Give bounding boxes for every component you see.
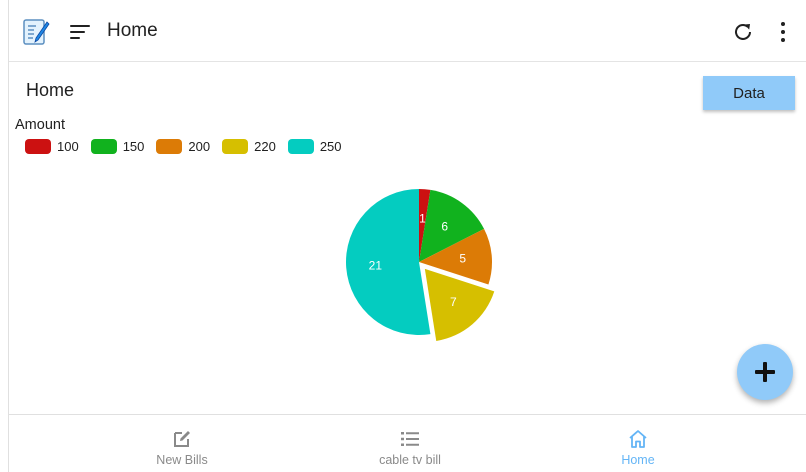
- refresh-icon[interactable]: [731, 20, 755, 44]
- legend-swatch: [222, 138, 249, 154]
- legend-swatch: [156, 138, 183, 154]
- pie-chart-container: 1 6 5 7 21: [309, 170, 529, 360]
- nav-label: Home: [621, 453, 655, 467]
- legend-item-250[interactable]: 250: [287, 138, 342, 154]
- list-icon: [401, 432, 419, 446]
- pie-data-label: 6: [441, 220, 448, 234]
- pie-chart: 1 6 5 7 21: [345, 189, 495, 341]
- legend-item-150[interactable]: 150: [90, 138, 145, 154]
- legend-swatch: [90, 138, 117, 154]
- bottom-navigation: New Bills cable tv bill Home: [9, 414, 806, 472]
- page-title: Home: [26, 80, 75, 100]
- pie-data-label: 21: [369, 258, 383, 272]
- legend-swatch: [287, 138, 314, 154]
- edit-icon: [174, 431, 190, 447]
- menu-icon[interactable]: [70, 24, 90, 40]
- appbar-title: Home: [107, 20, 158, 41]
- data-button[interactable]: Data: [703, 76, 795, 110]
- legend-label: 150: [122, 138, 145, 154]
- legend-item-220[interactable]: 220: [222, 138, 276, 154]
- pie-slice-250[interactable]: [345, 189, 431, 335]
- legend-swatch: [25, 138, 51, 154]
- pie-data-label: 5: [459, 252, 466, 266]
- app-bar: Home: [9, 0, 806, 62]
- chart-legend: 100 150 200 220 250: [25, 137, 354, 155]
- app-frame: Home Home Data Amount 100 150 200 220 25…: [8, 0, 806, 472]
- notes-app-icon: [23, 19, 50, 45]
- legend-label: 220: [254, 138, 276, 154]
- legend-label: 200: [188, 138, 211, 154]
- legend-label: 100: [57, 138, 79, 154]
- nav-label: cable tv bill: [379, 453, 441, 467]
- nav-label: New Bills: [156, 453, 208, 467]
- legend-label: 250: [319, 138, 342, 154]
- home-icon: [629, 430, 647, 448]
- nav-cable-tv-bill[interactable]: cable tv bill: [310, 415, 510, 472]
- legend-item-100[interactable]: 100: [25, 138, 79, 154]
- nav-new-bills[interactable]: New Bills: [82, 415, 282, 472]
- more-vert-icon[interactable]: [777, 21, 789, 43]
- pie-data-label: 7: [450, 295, 457, 309]
- pie-data-label: 1: [419, 211, 426, 225]
- nav-home[interactable]: Home: [538, 415, 738, 472]
- legend-title: Amount: [15, 117, 65, 133]
- add-button[interactable]: [737, 344, 793, 400]
- legend-item-200[interactable]: 200: [156, 138, 211, 154]
